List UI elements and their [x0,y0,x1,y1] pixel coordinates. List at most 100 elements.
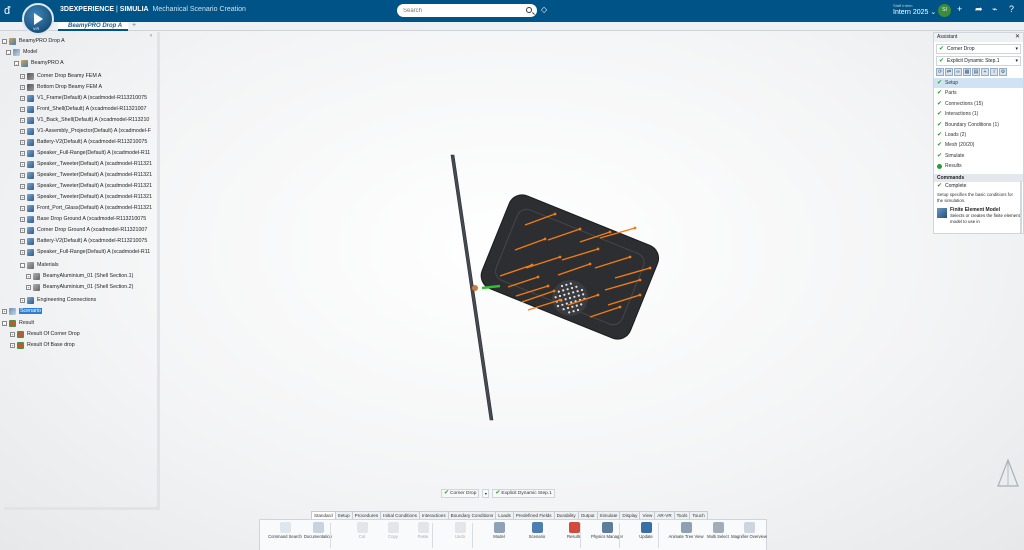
chevron-down-icon[interactable]: ▾ [482,489,490,498]
chevron-down-icon[interactable]: ▾ [1015,45,1018,53]
tree-node-beamyaluminium-01-shell-section-2[interactable]: + BeamyAluminium_01 (Shell Section.2) [26,282,133,292]
collapse-icon[interactable]: - [14,60,19,66]
add-tab-icon[interactable]: + [132,22,136,29]
expand-icon[interactable]: + [10,331,15,337]
tree-node-speaker-tweeter-default-a-xcadmodel-r11321[interactable]: + Speaker_Tweeter(Default) A (xcadmodel-R… [20,159,152,169]
expand-icon[interactable]: + [20,95,25,101]
expand-icon[interactable]: + [20,194,25,200]
assistant-step-interactions-1[interactable]: ✔ Interactions (1) [934,109,1023,119]
expand-icon[interactable]: + [20,297,25,303]
collapse-icon[interactable]: - [6,49,11,55]
assistant-step-boundary-conditions-1[interactable]: ✔ Boundary Conditions (1) [934,120,1023,130]
tree-node-result-of-corner-drop[interactable]: + Result Of Corner Drop [10,329,80,339]
ds-logo-icon[interactable]: ᵭ [4,4,10,17]
step-dropdown[interactable]: ✔ Explicit Dynamic Step.1 [492,489,555,498]
tree-node-speaker-full-range-default-a-xcadmodel-r11[interactable]: + Speaker_Full-Range(Default) A (xcadmode… [20,247,150,257]
complete-command[interactable]: ✔ Complete [934,182,1023,191]
tree-node-engineering-connections[interactable]: + Engineering Connections [20,295,96,305]
tree-node-battery-v2-default-a-xcadmodel-r113210075[interactable]: + Battery-V2(Default) A (xcadmodel-R11321… [20,137,147,147]
tree-node-model[interactable]: - Model [6,47,37,57]
finite-element-model-command[interactable]: Finite Element Model Selects or creates … [934,205,1023,225]
tab-predefined-fields[interactable]: Predefined Fields [512,511,555,519]
grid-icon[interactable]: ▤ [972,68,980,76]
tree-node-scenario[interactable]: + Scenario [2,306,42,316]
tab-ar-vr[interactable]: AR-VR [654,511,675,519]
tree-node-speaker-tweeter-default-a-xcadmodel-r11321[interactable]: + Speaker_Tweeter(Default) A (xcadmodel-R… [20,170,152,180]
tree-node-speaker-tweeter-default-a-xcadmodel-r11321[interactable]: + Speaker_Tweeter(Default) A (xcadmodel-R… [20,192,152,202]
expand-icon[interactable]: + [20,150,25,156]
case-select[interactable]: ✔ Corner Drop ▾ [936,44,1021,54]
collapse-icon[interactable]: - [20,262,25,268]
tab-boundary-conditions[interactable]: Boundary Conditions [447,511,497,519]
model-viewer[interactable] [430,150,670,430]
tree-node-corner-drop-ground-a-xcadmodel-r11321007[interactable]: + Corner Drop Ground A (xcadmodel-R113210… [20,225,147,235]
settings-icon[interactable]: ⚙ [999,68,1007,76]
sync-icon[interactable]: ⇄ [945,68,953,76]
collapse-icon[interactable]: - [2,38,7,44]
expand-icon[interactable]: + [20,139,25,145]
avatar[interactable]: SI [938,4,951,17]
collapse-panel-icon[interactable]: ‹ [150,33,152,39]
tab-setup[interactable]: Setup [334,511,353,519]
tree-node-front-port-glass-default-a-xcadmodel-r11321[interactable]: + Front_Port_Glass(Default) A (xcadmodel-… [20,203,152,213]
link-icon[interactable]: ∞ [954,68,962,76]
tree-node-bottom-drop-beamy-fem-a[interactable]: + Bottom Drop Beamy FEM A [20,82,102,92]
expand-icon[interactable]: + [20,227,25,233]
tab-view[interactable]: View [639,511,656,519]
tree-scrollbar[interactable] [157,32,160,510]
compass-play-icon[interactable]: V.R [22,3,54,35]
assistant-step-loads-2[interactable]: ✔ Loads (2) [934,130,1023,140]
documentation-button[interactable]: Documentation [298,522,338,539]
update-button[interactable]: Update [626,522,666,539]
tree-node-v1-frame-default-a-xcadmodel-r113210075[interactable]: + V1_Frame(Default) A (xcadmodel-R1132100… [20,93,147,103]
expand-icon[interactable]: + [20,205,25,211]
tab-initial-conditions[interactable]: Initial Conditions [380,511,420,519]
user-menu[interactable]: Staff Intern Intern 2025 ⌄ [893,3,936,16]
tab-tools[interactable]: Tools [673,511,691,519]
expand-icon[interactable]: + [20,249,25,255]
tab-output[interactable]: Output [577,511,598,519]
user-name[interactable]: Intern 2025 ⌄ [893,8,936,16]
expand-icon[interactable]: + [26,273,31,279]
add-icon[interactable]: + [957,4,962,14]
assistant-step-connections-15[interactable]: ✔ Connections (15) [934,99,1023,109]
scenario-button[interactable]: Scenario [517,522,557,539]
tag-icon[interactable]: ◇ [541,5,547,14]
assistant-step-mesh-20-20[interactable]: ✔ Mesh (20/20) [934,140,1023,150]
expand-icon[interactable]: + [20,216,25,222]
tab-touch[interactable]: Touch [689,511,708,519]
tab-simulate[interactable]: Simulate [596,511,621,519]
assistant-step-results[interactable]: Results [934,161,1023,171]
tab-durability[interactable]: Durability [553,511,579,519]
tree-node-result[interactable]: - Result [2,318,34,328]
tree-node-v1-assembly-projector-default-a-xcadmodel-f[interactable]: + V1-Assembly_Projector(Default) A (xcadm… [20,126,151,136]
model-button[interactable]: Model [479,522,519,539]
chevron-down-icon[interactable]: ▾ [1015,57,1018,65]
add-icon[interactable]: + [981,68,989,76]
undo-button[interactable]: Undo [440,522,480,539]
expand-icon[interactable]: + [20,172,25,178]
tab-interactions[interactable]: Interactions [418,511,449,519]
tree-node-front-shell-default-a-xcadmodel-r11321007[interactable]: + Front_Shell(Default) A (xcadmodel-R1132… [20,104,146,114]
expand-icon[interactable]: + [20,128,25,134]
share-icon[interactable]: ➦ [975,4,983,15]
tree-node-result-of-base-drop[interactable]: + Result Of Base drop [10,340,75,350]
expand-icon[interactable]: + [20,161,25,167]
tree-horizontal-scrollbar[interactable] [4,507,160,510]
tree-node-beamypro-drop-a[interactable]: - BeamyPRO Drop A [2,36,65,46]
contact-point-marker[interactable] [472,285,478,291]
assistant-step-setup[interactable]: ✔ Setup [934,78,1023,89]
expand-icon[interactable]: + [2,308,7,314]
close-icon[interactable]: ✕ [1015,33,1020,42]
assistant-step-simulate[interactable]: ✔ Simulate [934,151,1023,161]
expand-icon[interactable]: + [26,284,31,290]
collapse-icon[interactable]: - [2,320,7,326]
tab-procedures[interactable]: Procedures [351,511,382,519]
collaborate-icon[interactable]: ⌁ [992,4,997,15]
tree-node-speaker-full-range-default-a-xcadmodel-r11[interactable]: + Speaker_Full-Range(Default) A (xcadmode… [20,148,150,158]
tab-beamypro-drop[interactable]: BeamyPRO Drop A [58,22,128,31]
tree-node-materials[interactable]: - Materials [20,260,59,270]
tree-node-speaker-tweeter-default-a-xcadmodel-r11321[interactable]: + Speaker_Tweeter(Default) A (xcadmodel-R… [20,181,152,191]
expand-icon[interactable]: + [10,342,15,348]
refresh-icon[interactable]: ⟳ [936,68,944,76]
